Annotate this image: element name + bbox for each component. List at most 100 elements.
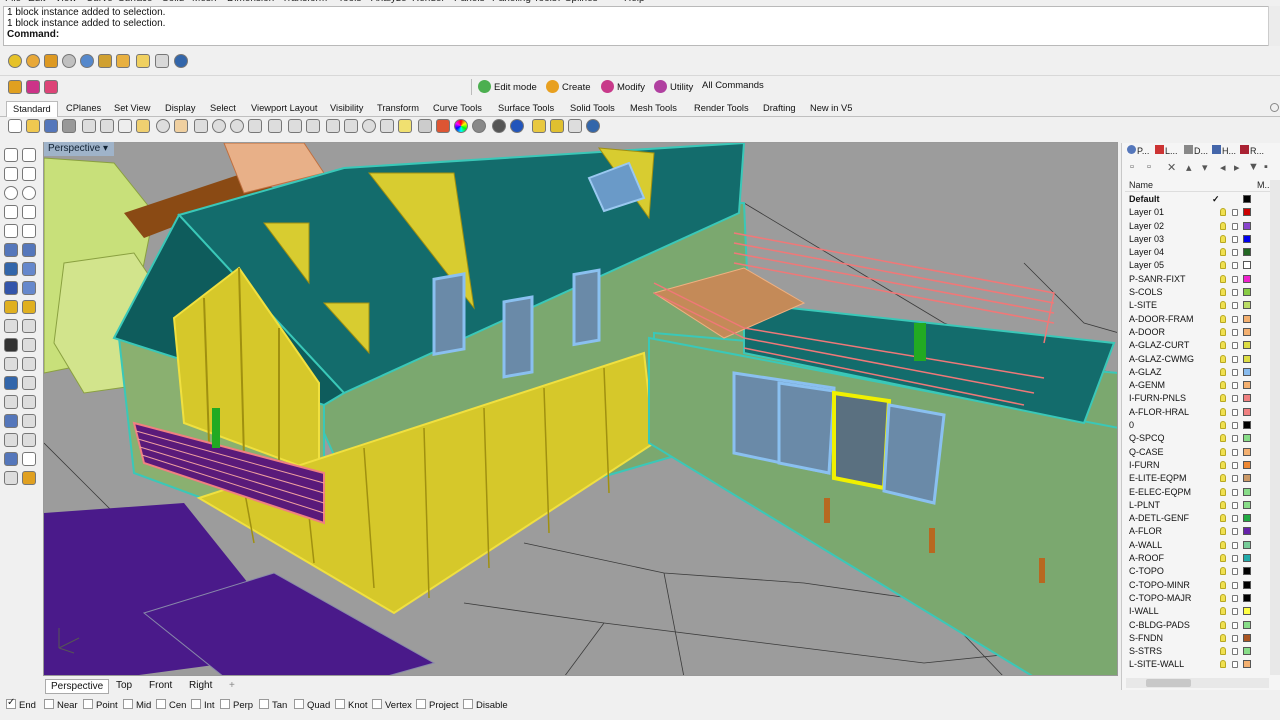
layer-color-swatch[interactable] <box>1243 474 1251 483</box>
layer-color-swatch[interactable] <box>1243 208 1251 217</box>
layer-row[interactable]: 0 <box>1122 419 1272 432</box>
layer-row[interactable]: Layer 04 <box>1122 246 1272 259</box>
layer-color-swatch[interactable] <box>1243 567 1251 576</box>
trim-icon[interactable] <box>4 319 18 333</box>
undo-view-icon[interactable] <box>288 119 302 133</box>
tab-standard[interactable]: Standard <box>6 101 58 117</box>
arc-icon[interactable] <box>22 186 36 200</box>
layer-row[interactable]: L-SITE <box>1122 299 1272 312</box>
visibility-bulb-icon[interactable] <box>1220 301 1226 310</box>
layer-row[interactable]: S-COLS <box>1122 286 1272 299</box>
paste-icon[interactable] <box>136 119 150 133</box>
layer-color-swatch[interactable] <box>1243 593 1251 602</box>
cut-icon[interactable] <box>82 119 96 133</box>
menu-render[interactable]: Render <box>412 0 445 4</box>
layer-color-swatch[interactable] <box>1243 460 1251 469</box>
osnap-tan[interactable]: Tan <box>259 699 287 711</box>
grid-tool-icon[interactable] <box>44 80 58 94</box>
rectangle-icon[interactable] <box>22 205 36 219</box>
layer-color-swatch[interactable] <box>1243 381 1251 390</box>
menu-file[interactable]: File <box>5 0 21 4</box>
layer-row[interactable]: A-GLAZ-CWMG <box>1122 353 1272 366</box>
menu-panels[interactable]: Panels <box>454 0 485 4</box>
lock-icon[interactable] <box>1232 448 1238 456</box>
select-icon[interactable] <box>326 119 340 133</box>
visibility-bulb-icon[interactable] <box>1220 314 1226 323</box>
lock-icon[interactable] <box>1232 581 1238 589</box>
solid-icon[interactable] <box>4 281 18 295</box>
layer-color-swatch[interactable] <box>1243 221 1251 230</box>
layer-color-swatch[interactable] <box>1243 195 1251 203</box>
plugin-grid-icon[interactable] <box>155 54 169 68</box>
visibility-bulb-icon[interactable] <box>1220 421 1226 430</box>
move-parent-icon[interactable]: ◂ <box>1220 161 1226 174</box>
checkbox-icon[interactable] <box>416 699 426 709</box>
plugin-m-icon[interactable] <box>8 54 22 68</box>
osnap-disable[interactable]: Disable <box>463 699 508 711</box>
layer-color-swatch[interactable] <box>1243 580 1251 589</box>
layer-color-swatch[interactable] <box>1243 327 1251 336</box>
layer-color-swatch[interactable] <box>1243 434 1251 443</box>
vp-tab-right[interactable]: Right <box>184 679 217 692</box>
menu-solid[interactable]: Solid <box>162 0 184 4</box>
layer-color-swatch[interactable] <box>1243 407 1251 416</box>
hide-icon[interactable] <box>380 119 394 133</box>
checkbox-icon[interactable] <box>6 697 16 709</box>
osnap-int[interactable]: Int <box>191 699 215 711</box>
grasshopper-icon[interactable] <box>8 80 22 94</box>
layer-color-swatch[interactable] <box>1243 447 1251 456</box>
chevron-down-icon[interactable]: ▾ <box>103 143 108 154</box>
box-icon[interactable] <box>4 262 18 276</box>
point-icon[interactable] <box>22 148 36 162</box>
tab-new-in-v5[interactable]: New in V5 <box>810 103 852 113</box>
command-prompt[interactable]: Command: <box>4 29 1268 40</box>
group-icon[interactable] <box>22 433 36 447</box>
scroll-thumb[interactable] <box>1146 679 1191 687</box>
visibility-bulb-icon[interactable] <box>1220 234 1226 243</box>
lock-icon[interactable] <box>1232 501 1238 509</box>
panel-options-icon[interactable]: ▪ <box>1264 161 1268 173</box>
lock-icon[interactable] <box>1232 422 1238 430</box>
layer-hscrollbar[interactable] <box>1126 678 1269 688</box>
osnap-knot[interactable]: Knot <box>335 699 368 711</box>
move-child-icon[interactable]: ▸ <box>1234 161 1240 174</box>
visibility-bulb-icon[interactable] <box>1220 474 1226 483</box>
lock-icon[interactable] <box>1232 249 1238 257</box>
text-icon[interactable] <box>4 376 18 390</box>
new-layer-icon[interactable]: ▫ <box>1130 161 1134 173</box>
lock-icon[interactable] <box>1232 395 1238 403</box>
menu-analyze[interactable]: Analyze <box>371 0 407 4</box>
options-icon[interactable] <box>568 119 582 133</box>
tab-mesh-tools[interactable]: Mesh Tools <box>630 103 677 113</box>
osnap-end[interactable]: End <box>6 697 36 711</box>
new-sublayer-icon[interactable]: ▫ <box>1147 161 1151 173</box>
checkbox-icon[interactable] <box>463 699 473 709</box>
checkbox-icon[interactable] <box>335 699 345 709</box>
layer-color-swatch[interactable] <box>1243 314 1251 323</box>
render-icon[interactable] <box>4 471 18 485</box>
visibility-bulb-icon[interactable] <box>1220 288 1226 297</box>
layer-color-swatch[interactable] <box>1243 274 1251 283</box>
layer-icon[interactable] <box>436 119 450 133</box>
visibility-bulb-icon[interactable] <box>1220 500 1226 509</box>
visibility-bulb-icon[interactable] <box>1220 221 1226 230</box>
open-folder-icon[interactable] <box>26 119 40 133</box>
layer-row[interactable]: S-FNDN <box>1122 632 1272 645</box>
lock-icon[interactable] <box>1232 382 1238 390</box>
layer-color-swatch[interactable] <box>1243 301 1251 310</box>
visibility-bulb-icon[interactable] <box>1220 447 1226 456</box>
lock-icon[interactable] <box>1232 275 1238 283</box>
layer-color-swatch[interactable] <box>1243 514 1251 523</box>
lock-icon[interactable] <box>1232 475 1238 483</box>
menu-dimension[interactable]: Dimension <box>227 0 274 4</box>
checkbox-icon[interactable] <box>156 699 166 709</box>
menu-edit[interactable]: Edit <box>28 0 45 4</box>
delete-layer-icon[interactable]: ✕ <box>1167 161 1176 174</box>
tab-solid-tools[interactable]: Solid Tools <box>570 103 615 113</box>
lock-icon[interactable] <box>1232 289 1238 297</box>
visibility-bulb-icon[interactable] <box>1220 554 1226 563</box>
join-icon[interactable] <box>4 338 18 352</box>
polygon-icon[interactable] <box>4 205 18 219</box>
column-name[interactable]: Name <box>1129 180 1153 190</box>
osnap-near[interactable]: Near <box>44 699 78 711</box>
